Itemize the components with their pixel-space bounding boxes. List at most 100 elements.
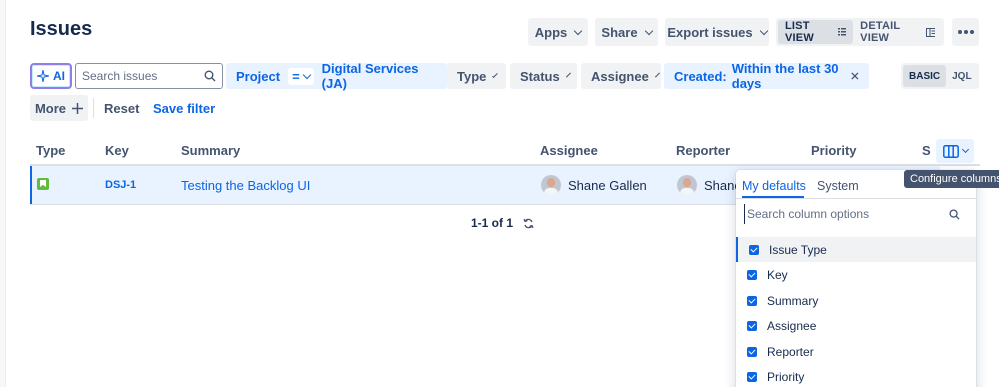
operator-value: =	[292, 68, 300, 84]
dot-icon	[969, 30, 974, 34]
status-filter[interactable]: Status	[510, 63, 577, 89]
list-view-button[interactable]: LIST VIEW	[778, 20, 854, 44]
chevron-down-icon	[492, 71, 498, 78]
list-icon	[837, 28, 847, 36]
apps-button[interactable]: Apps	[528, 18, 588, 46]
column-option-label: Assignee	[767, 318, 817, 333]
search-icon	[949, 208, 960, 220]
column-search-placeholder: Search column options	[747, 207, 870, 221]
checkbox-checked[interactable]	[747, 346, 757, 357]
type-filter[interactable]: Type	[447, 63, 506, 89]
ai-label: AI	[53, 69, 65, 83]
column-option-summary[interactable]: Summary	[736, 288, 976, 313]
issue-key-link[interactable]: DSJ-1	[105, 179, 136, 191]
more-filters-button[interactable]: More	[30, 95, 88, 121]
column-header-assignee[interactable]: Assignee	[540, 143, 598, 158]
column-header-reporter[interactable]: Reporter	[676, 143, 730, 158]
share-label: Share	[601, 24, 638, 40]
jql-button[interactable]: JQL	[946, 65, 977, 87]
column-option-priority[interactable]: Priority	[736, 364, 976, 387]
active-tab-indicator	[742, 196, 804, 198]
detail-view-button[interactable]: DETAIL VIEW	[853, 20, 942, 44]
column-option-label: Priority	[767, 369, 805, 384]
chevron-down-icon	[565, 72, 571, 77]
sparkle-icon	[37, 70, 49, 82]
avatar	[541, 175, 561, 195]
close-icon[interactable]	[851, 71, 859, 81]
basic-jql-toggle: BASIC JQL	[901, 63, 979, 89]
operator-dropdown[interactable]: =	[288, 67, 314, 85]
detail-view-icon	[925, 27, 935, 37]
checkbox-checked[interactable]	[747, 269, 757, 280]
chevron-down-icon	[961, 145, 969, 154]
checkbox-checked[interactable]	[747, 320, 757, 331]
save-filter-button[interactable]: Save filter	[153, 101, 215, 116]
column-search-input[interactable]: Search column options	[744, 204, 970, 224]
view-toggle-group: LIST VIEW DETAIL VIEW	[776, 18, 944, 46]
left-sidebar-edge	[0, 0, 6, 387]
status-filter-label: Status	[520, 68, 560, 84]
created-filter-label: Created:	[674, 68, 727, 84]
column-option-issue-type[interactable]: Issue Type	[736, 237, 976, 262]
column-option-label: Reporter	[767, 344, 814, 359]
columns-icon	[942, 144, 959, 158]
project-filter[interactable]: Project = Digital Services (JA)	[226, 61, 447, 91]
type-filter-label: Type	[457, 68, 487, 84]
column-option-key[interactable]: Key	[736, 262, 976, 287]
column-header-summary[interactable]: Summary	[181, 143, 240, 158]
apps-label: Apps	[534, 24, 568, 40]
column-option-label: Issue Type	[769, 242, 827, 257]
column-header-status[interactable]: S	[922, 143, 931, 158]
created-filter[interactable]: Created: Within the last 30 days	[664, 61, 869, 91]
chevron-down-icon	[759, 26, 768, 35]
column-option-label: Summary	[767, 293, 819, 308]
export-label: Export issues	[667, 24, 753, 40]
story-icon	[37, 178, 49, 190]
configure-columns-button[interactable]	[936, 139, 974, 163]
tab-my-defaults[interactable]: My defaults	[742, 179, 806, 193]
column-header-key[interactable]: Key	[105, 143, 129, 158]
tabs-divider	[736, 198, 976, 199]
refresh-icon[interactable]	[523, 218, 534, 229]
created-filter-value: Within the last 30 days	[731, 61, 839, 91]
assignee-filter-label: Assignee	[591, 68, 649, 84]
pagination-text: 1-1 of 1	[471, 216, 514, 230]
plus-icon	[72, 102, 84, 114]
chevron-down-icon	[574, 26, 583, 35]
share-button[interactable]: Share	[595, 18, 658, 46]
more-actions-button[interactable]	[952, 18, 979, 46]
column-option-assignee[interactable]: Assignee	[736, 313, 976, 338]
checkbox-checked[interactable]	[747, 295, 757, 306]
column-option-label: Key	[767, 267, 788, 282]
detail-view-label: DETAIL VIEW	[860, 20, 901, 44]
search-issues-input[interactable]: Search issues	[75, 63, 223, 89]
project-filter-value: Digital Services (JA)	[321, 61, 419, 91]
chevron-down-icon	[644, 26, 653, 35]
avatar	[677, 175, 697, 195]
tab-system[interactable]: System	[817, 179, 859, 193]
column-config-popup: My defaults System Search column options…	[736, 170, 976, 387]
assignee-name: Shane Gallen	[568, 178, 647, 193]
more-label: More	[34, 100, 67, 116]
dot-icon	[957, 30, 962, 34]
ai-button[interactable]: AI	[30, 63, 72, 89]
assignee-filter[interactable]: Assignee	[581, 63, 661, 89]
divider	[93, 98, 94, 118]
column-header-priority[interactable]: Priority	[811, 143, 857, 158]
issue-summary-link[interactable]: Testing the Backlog UI	[181, 178, 310, 193]
checkbox-checked[interactable]	[747, 371, 757, 382]
column-option-reporter[interactable]: Reporter	[736, 339, 976, 364]
configure-columns-tooltip: Configure columns	[904, 170, 999, 188]
reset-button[interactable]: Reset	[104, 101, 139, 116]
project-filter-label: Project	[236, 68, 281, 84]
page-title: Issues	[30, 18, 93, 40]
basic-button[interactable]: BASIC	[903, 65, 947, 87]
column-header-type[interactable]: Type	[36, 143, 65, 158]
chevron-down-icon	[302, 70, 311, 79]
export-issues-button[interactable]: Export issues	[665, 18, 769, 46]
chevron-down-icon	[654, 72, 660, 77]
list-view-label: LIST VIEW	[785, 20, 814, 44]
pagination: 1-1 of 1	[471, 216, 534, 230]
dot-icon	[963, 30, 968, 34]
checkbox-checked[interactable]	[749, 244, 759, 255]
